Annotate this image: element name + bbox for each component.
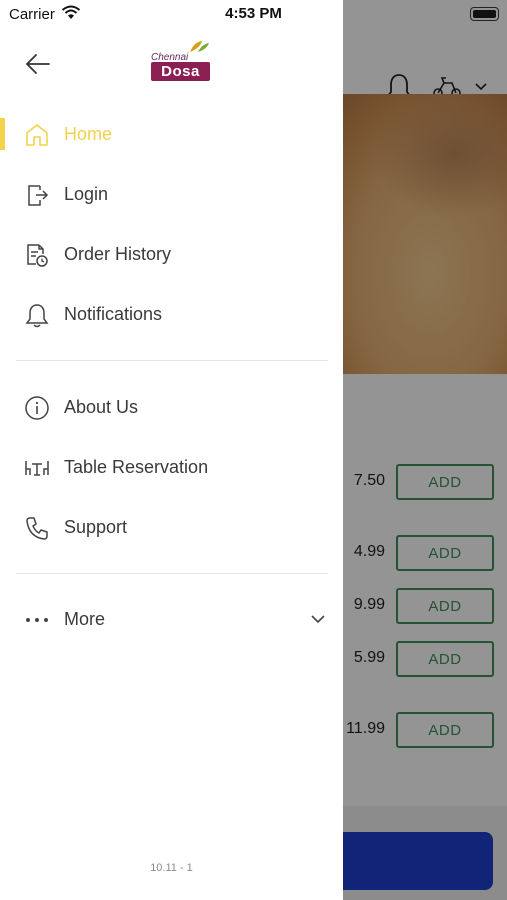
status-time: 4:53 PM bbox=[225, 5, 282, 22]
menu-item-label: Order History bbox=[64, 244, 172, 264]
menu-item-support[interactable]: Support bbox=[0, 503, 343, 553]
navigation-drawer: Chennai Dosa Home Login Order History No… bbox=[0, 0, 343, 900]
leaf-icon bbox=[190, 41, 209, 52]
app-version: 10.11 - 1 bbox=[150, 862, 193, 874]
menu-item-label: About Us bbox=[64, 397, 139, 417]
order-history-icon bbox=[27, 244, 48, 267]
menu-item-label: Table Reservation bbox=[64, 457, 209, 477]
menu-divider bbox=[16, 360, 328, 361]
menu-item-label: More bbox=[64, 609, 106, 629]
menu-item-label: Home bbox=[64, 124, 113, 144]
bell-icon bbox=[25, 304, 49, 328]
more-dots-icon bbox=[26, 618, 48, 622]
menu-item-order-history[interactable]: Order History bbox=[0, 230, 343, 280]
table-icon bbox=[25, 461, 49, 476]
phone-icon bbox=[26, 517, 48, 540]
login-icon bbox=[28, 185, 49, 206]
menu-item-label: Login bbox=[64, 184, 109, 204]
battery-icon bbox=[470, 7, 499, 21]
menu-item-label: Support bbox=[64, 517, 128, 537]
back-arrow-icon[interactable] bbox=[24, 50, 52, 78]
menu-item-label: Notifications bbox=[64, 304, 163, 324]
menu-item-login[interactable]: Login bbox=[0, 170, 343, 220]
home-icon bbox=[26, 124, 48, 146]
menu-item-home[interactable]: Home bbox=[0, 110, 343, 160]
status-bar: Carrier 4:53 PM bbox=[0, 0, 507, 28]
menu-item-notifications[interactable]: Notifications bbox=[0, 290, 343, 340]
menu-item-more[interactable]: More bbox=[0, 595, 343, 645]
logo-text-main: Dosa bbox=[151, 62, 210, 81]
info-icon bbox=[25, 396, 49, 420]
menu-divider bbox=[16, 573, 328, 574]
chevron-down-icon[interactable] bbox=[310, 612, 326, 626]
brand-logo: Chennai Dosa bbox=[148, 40, 214, 84]
menu-item-table-reservation[interactable]: Table Reservation bbox=[0, 443, 343, 493]
menu-item-about-us[interactable]: About Us bbox=[0, 383, 343, 433]
